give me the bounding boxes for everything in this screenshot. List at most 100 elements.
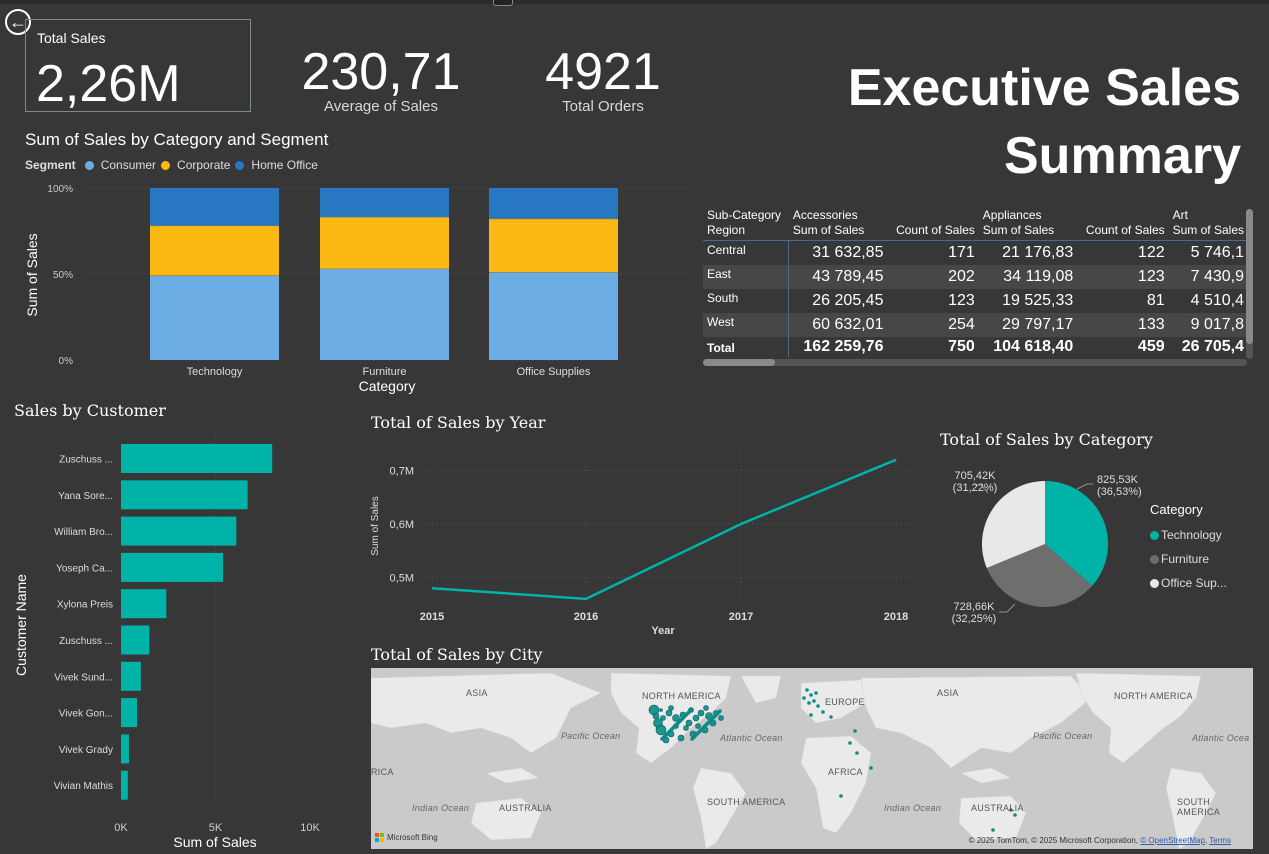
segment-bar-corporate[interactable]: [150, 225, 279, 276]
matrix-header-sum-sales[interactable]: Sum of Sales: [978, 223, 1078, 241]
kpi-total-sales-card[interactable]: Total Sales 2,26M: [25, 19, 251, 113]
city-sales-bubble[interactable]: [805, 688, 809, 692]
city-sales-bubble[interactable]: [853, 729, 857, 733]
city-sales-bubble[interactable]: [839, 794, 843, 798]
matrix-header-count-sales[interactable]: Count of Sales: [887, 223, 979, 241]
matrix-header-appliances[interactable]: Appliances: [979, 208, 1077, 223]
city-sales-bubble[interactable]: [812, 699, 816, 703]
customer-bar[interactable]: [121, 444, 273, 473]
city-sales-bubble[interactable]: [664, 733, 668, 737]
matrix-vertical-scroll-thumb[interactable]: [1246, 209, 1253, 344]
city-sales-bubble[interactable]: [718, 715, 724, 721]
customer-bar[interactable]: [121, 516, 237, 546]
city-sales-bubble[interactable]: [692, 714, 700, 722]
city-sales-map[interactable]: ASIA NORTH AMERICA EUROPE ASIA NORTH AME…: [371, 668, 1253, 849]
matrix-header-sum-sales[interactable]: Sum of Sales: [1168, 223, 1248, 241]
city-sales-bubble[interactable]: [695, 723, 701, 729]
city-sales-bubble[interactable]: [816, 704, 820, 708]
matrix-header-count-sales[interactable]: Count of Sales: [1077, 223, 1169, 241]
pie-legend-technology[interactable]: Technology: [1150, 523, 1227, 547]
subcategory-region-matrix[interactable]: Sub-Category Accessories Appliances Art …: [703, 208, 1248, 358]
openstreetmap-link[interactable]: © OpenStreetMap: [1140, 836, 1205, 845]
city-sales-bubble[interactable]: [710, 717, 714, 721]
terms-link[interactable]: Terms: [1209, 836, 1231, 845]
page-title-line2: Summary: [1004, 127, 1241, 185]
city-sales-bubble[interactable]: [701, 726, 705, 730]
pie-legend-furniture[interactable]: Furniture: [1150, 547, 1227, 571]
matrix-vertical-scrollbar[interactable]: [1246, 209, 1253, 359]
segment-bar-corporate[interactable]: [489, 218, 618, 273]
city-sales-bubble[interactable]: [848, 741, 852, 745]
segment-bar-home-office[interactable]: [489, 188, 618, 219]
customer-bar[interactable]: [121, 698, 138, 728]
customer-bar[interactable]: [121, 625, 150, 655]
city-sales-bubble[interactable]: [652, 712, 660, 720]
matrix-row[interactable]: East 43 789,45 202 34 119,08 123 7 430,9: [703, 265, 1248, 289]
city-sales-bubble[interactable]: [809, 693, 813, 697]
city-sales-bubble[interactable]: [802, 696, 806, 700]
customer-bar[interactable]: [121, 552, 224, 582]
city-sales-bubble[interactable]: [682, 715, 686, 719]
segment-stacked-chart[interactable]: 0% 50% 100% Technology Furniture Office Suppl…: [15, 175, 695, 397]
matrix-row[interactable]: Central 31 632,85 171 21 176,83 122 5 746,1: [703, 240, 1248, 265]
legend-home-office[interactable]: Home Office: [251, 158, 317, 172]
customer-bar[interactable]: [121, 661, 141, 691]
city-sales-bubble[interactable]: [807, 701, 811, 705]
customer-bar[interactable]: [121, 770, 128, 800]
city-sales-bubble[interactable]: [705, 722, 709, 726]
city-sales-bubble[interactable]: [683, 725, 689, 731]
matrix-header-art[interactable]: Art: [1169, 208, 1248, 223]
city-sales-bubble[interactable]: [660, 715, 666, 721]
city-sales-bubble[interactable]: [687, 710, 691, 714]
year-line-chart[interactable]: 0,5M 0,6M 0,7M 2015 2016 2017 2018 Year Sum of S…: [362, 440, 922, 640]
city-sales-bubble[interactable]: [668, 705, 674, 711]
city-sales-bubble[interactable]: [659, 708, 663, 712]
kpi-total-orders-card[interactable]: 4921 Total Orders: [520, 46, 686, 115]
matrix-horizontal-scrollbar[interactable]: [703, 359, 1247, 366]
city-sales-bubble[interactable]: [696, 731, 700, 735]
matrix-header-accessories[interactable]: Accessories: [789, 208, 888, 223]
pie-legend-office[interactable]: Office Sup...: [1150, 571, 1227, 595]
city-sales-bubble[interactable]: [677, 734, 685, 742]
matrix-row[interactable]: West 60 632,01 254 29 797,17 133 9 017,8: [703, 313, 1248, 337]
top-handle[interactable]: [493, 0, 513, 6]
matrix-row[interactable]: South 26 205,45 123 19 525,33 81 4 510,4: [703, 289, 1248, 313]
city-sales-bubble[interactable]: [692, 735, 696, 739]
city-sales-bubble[interactable]: [829, 715, 833, 719]
matrix-total-row[interactable]: Total 162 259,76 750 104 618,40 459 26 705,4: [703, 337, 1248, 357]
kpi-average-sales-card[interactable]: 230,71 Average of Sales: [283, 46, 479, 115]
segment-bar-consumer[interactable]: [489, 272, 618, 360]
legend-consumer[interactable]: Consumer: [101, 158, 156, 172]
city-sales-bubble[interactable]: [703, 705, 709, 711]
city-sales-bubble[interactable]: [665, 709, 673, 717]
category-pie-chart[interactable]: 825,53K(36,53%) 728,66K(32,25%) 705,42K(31…: [935, 455, 1150, 635]
city-sales-bubble[interactable]: [685, 719, 693, 727]
sales-trend-line[interactable]: [431, 458, 897, 601]
matrix-horizontal-scroll-thumb[interactable]: [703, 359, 775, 366]
segment-bar-consumer[interactable]: [320, 268, 449, 360]
city-sales-bubble[interactable]: [673, 724, 677, 728]
segment-bar-home-office[interactable]: [320, 188, 449, 218]
city-sales-bubble[interactable]: [821, 710, 825, 714]
segment-bar-corporate[interactable]: [320, 217, 449, 269]
matrix-header-sum-sales[interactable]: Sum of Sales: [788, 223, 888, 241]
customer-bar-chart[interactable]: 0K 5K 10K Zuschuss ... Yana Sore... William B…: [10, 425, 355, 853]
city-sales-bubble[interactable]: [869, 766, 873, 770]
segment-bar-home-office[interactable]: [150, 188, 279, 226]
city-sales-bubble[interactable]: [715, 712, 719, 716]
city-sales-bubble[interactable]: [655, 724, 667, 736]
city-sales-bubble[interactable]: [991, 828, 995, 832]
city-sales-bubble[interactable]: [678, 719, 682, 723]
city-sales-bubble[interactable]: [668, 729, 672, 733]
city-sales-bubble[interactable]: [697, 709, 705, 717]
city-sales-bubble[interactable]: [855, 751, 859, 755]
city-sales-bubble[interactable]: [809, 713, 813, 717]
customer-bar[interactable]: [121, 480, 248, 510]
segment-bar-consumer[interactable]: [150, 275, 279, 360]
city-sales-bubble[interactable]: [718, 709, 722, 713]
customer-bar[interactable]: [121, 589, 167, 619]
legend-corporate[interactable]: Corporate: [177, 158, 230, 172]
city-sales-bubble[interactable]: [1013, 813, 1017, 817]
city-sales-bubble[interactable]: [814, 691, 818, 695]
customer-bar[interactable]: [121, 734, 129, 764]
